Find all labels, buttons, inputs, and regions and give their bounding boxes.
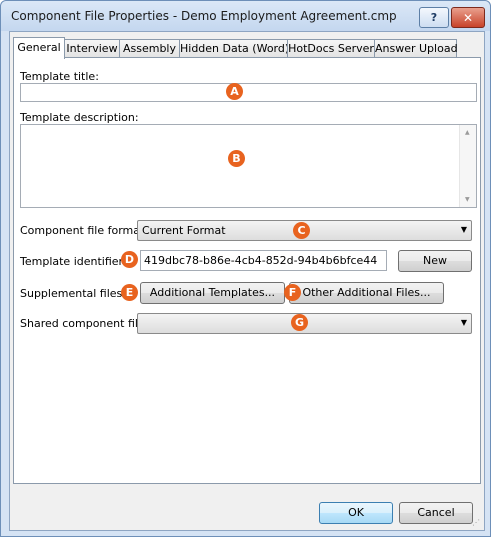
tab-hotdocs-server[interactable]: HotDocs Server	[287, 39, 375, 57]
callout-marker-c: C	[293, 222, 310, 239]
tab-hidden-data-word[interactable]: Hidden Data (Word)	[179, 39, 290, 57]
close-button[interactable]: ✕	[451, 7, 485, 28]
scroll-down-icon[interactable]: ▼	[465, 196, 470, 203]
shared-component-file-label: Shared component file:	[20, 317, 149, 330]
dialog-client-area: General Interview Assembly Hidden Data (…	[9, 31, 485, 531]
additional-templates-button[interactable]: Additional Templates...	[140, 282, 285, 304]
callout-marker-b: B	[228, 150, 245, 167]
callout-marker-f: F	[284, 284, 301, 301]
other-additional-files-button[interactable]: Other Additional Files...	[289, 282, 444, 304]
new-button[interactable]: New	[398, 250, 472, 272]
tab-hidden-data-word-label: Hidden Data (Word)	[180, 42, 290, 55]
tab-general-label: General	[17, 41, 61, 54]
description-scrollbar[interactable]: ▲ ▼	[459, 125, 476, 207]
component-file-format-value: Current Format	[142, 224, 226, 237]
callout-marker-d: D	[121, 251, 138, 268]
tab-interview[interactable]: Interview	[64, 39, 120, 57]
cancel-button[interactable]: Cancel	[399, 502, 473, 524]
template-description-textarea[interactable]: ▲ ▼	[20, 124, 477, 208]
callout-marker-a: A	[226, 83, 243, 100]
dropdown-arrow-icon: ▼	[460, 225, 467, 234]
title-bar[interactable]: Component File Properties - Demo Employm…	[1, 1, 490, 31]
tab-hotdocs-server-label: HotDocs Server	[288, 42, 374, 55]
tab-interview-label: Interview	[66, 42, 118, 55]
tab-general[interactable]: General	[13, 37, 65, 59]
supplemental-files-label: Supplemental files:	[20, 287, 126, 300]
dropdown-arrow-icon: ▼	[460, 318, 467, 327]
callout-marker-e: E	[121, 284, 138, 301]
tab-assembly[interactable]: Assembly	[119, 39, 180, 57]
help-button[interactable]: ?	[419, 7, 449, 28]
help-icon: ?	[430, 11, 438, 24]
resize-grip-icon[interactable]: ⋰	[472, 518, 482, 528]
tab-answer-upload-label: Answer Upload	[375, 42, 458, 55]
close-icon: ✕	[462, 10, 474, 25]
template-identifier-input[interactable]: 419dbc78-b86e-4cb4-852d-94b4b6bfce44	[140, 250, 387, 271]
template-title-label: Template title:	[20, 70, 99, 83]
callout-marker-g: G	[291, 314, 308, 331]
dialog-window: Component File Properties - Demo Employm…	[0, 0, 491, 537]
template-title-input[interactable]	[20, 83, 477, 102]
tab-answer-upload[interactable]: Answer Upload	[374, 39, 458, 57]
window-title: Component File Properties - Demo Employm…	[11, 9, 397, 23]
template-identifier-label: Template identifier:	[20, 255, 127, 268]
component-file-format-label: Component file format:	[20, 224, 149, 237]
template-identifier-value: 419dbc78-b86e-4cb4-852d-94b4b6bfce44	[144, 254, 378, 267]
general-tab-panel: Template title: Template description: ▲ …	[13, 57, 481, 484]
scroll-up-icon[interactable]: ▲	[465, 129, 470, 136]
template-description-label: Template description:	[20, 111, 139, 124]
ok-button[interactable]: OK	[319, 502, 393, 524]
tab-assembly-label: Assembly	[122, 42, 177, 55]
